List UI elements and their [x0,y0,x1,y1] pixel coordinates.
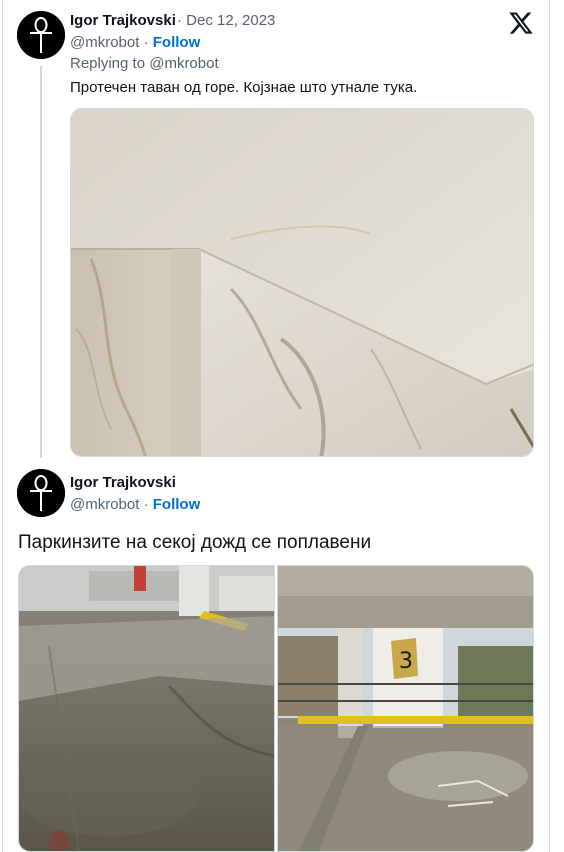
tweet-date[interactable]: · Dec 12, 2023 [177,12,275,29]
parking-level-sign: 3 [399,649,413,674]
tweet-text: Протечен таван од горе. Којзнае што утна… [70,79,418,96]
separator: · [177,12,182,29]
separator: · [143,34,149,51]
replying-to: Replying to @mkrobot [70,55,219,72]
author-handle-row: @mkrobot · Follow [70,34,200,51]
avatar[interactable] [17,11,65,59]
author-handle[interactable]: @mkrobot [70,34,139,51]
ankh-avatar-icon [17,11,65,59]
ankh-avatar-icon [17,469,65,517]
tweet-photo-parking-right[interactable]: 3 [277,565,534,852]
replying-mention[interactable]: @mkrobot [149,55,218,72]
replying-prefix: Replying to [70,55,146,72]
thread-line [40,66,42,458]
author-name[interactable]: Igor Trajkovski [70,474,176,491]
author-handle[interactable]: @mkrobot [70,496,139,513]
author-name[interactable]: Igor Trajkovski [70,12,176,29]
follow-button[interactable]: Follow [153,496,201,513]
tweet-photo-parking-left[interactable] [18,565,275,852]
x-logo-icon[interactable] [508,10,534,36]
separator: · [143,496,149,513]
follow-button[interactable]: Follow [153,34,201,51]
avatar[interactable] [17,469,65,517]
tweet-photo-ceiling[interactable] [70,108,534,457]
date-text: Dec 12, 2023 [186,12,276,29]
tweet-text: Паркинзите на секој дожд се поплавени [18,532,372,553]
author-handle-row: @mkrobot · Follow [70,496,200,513]
